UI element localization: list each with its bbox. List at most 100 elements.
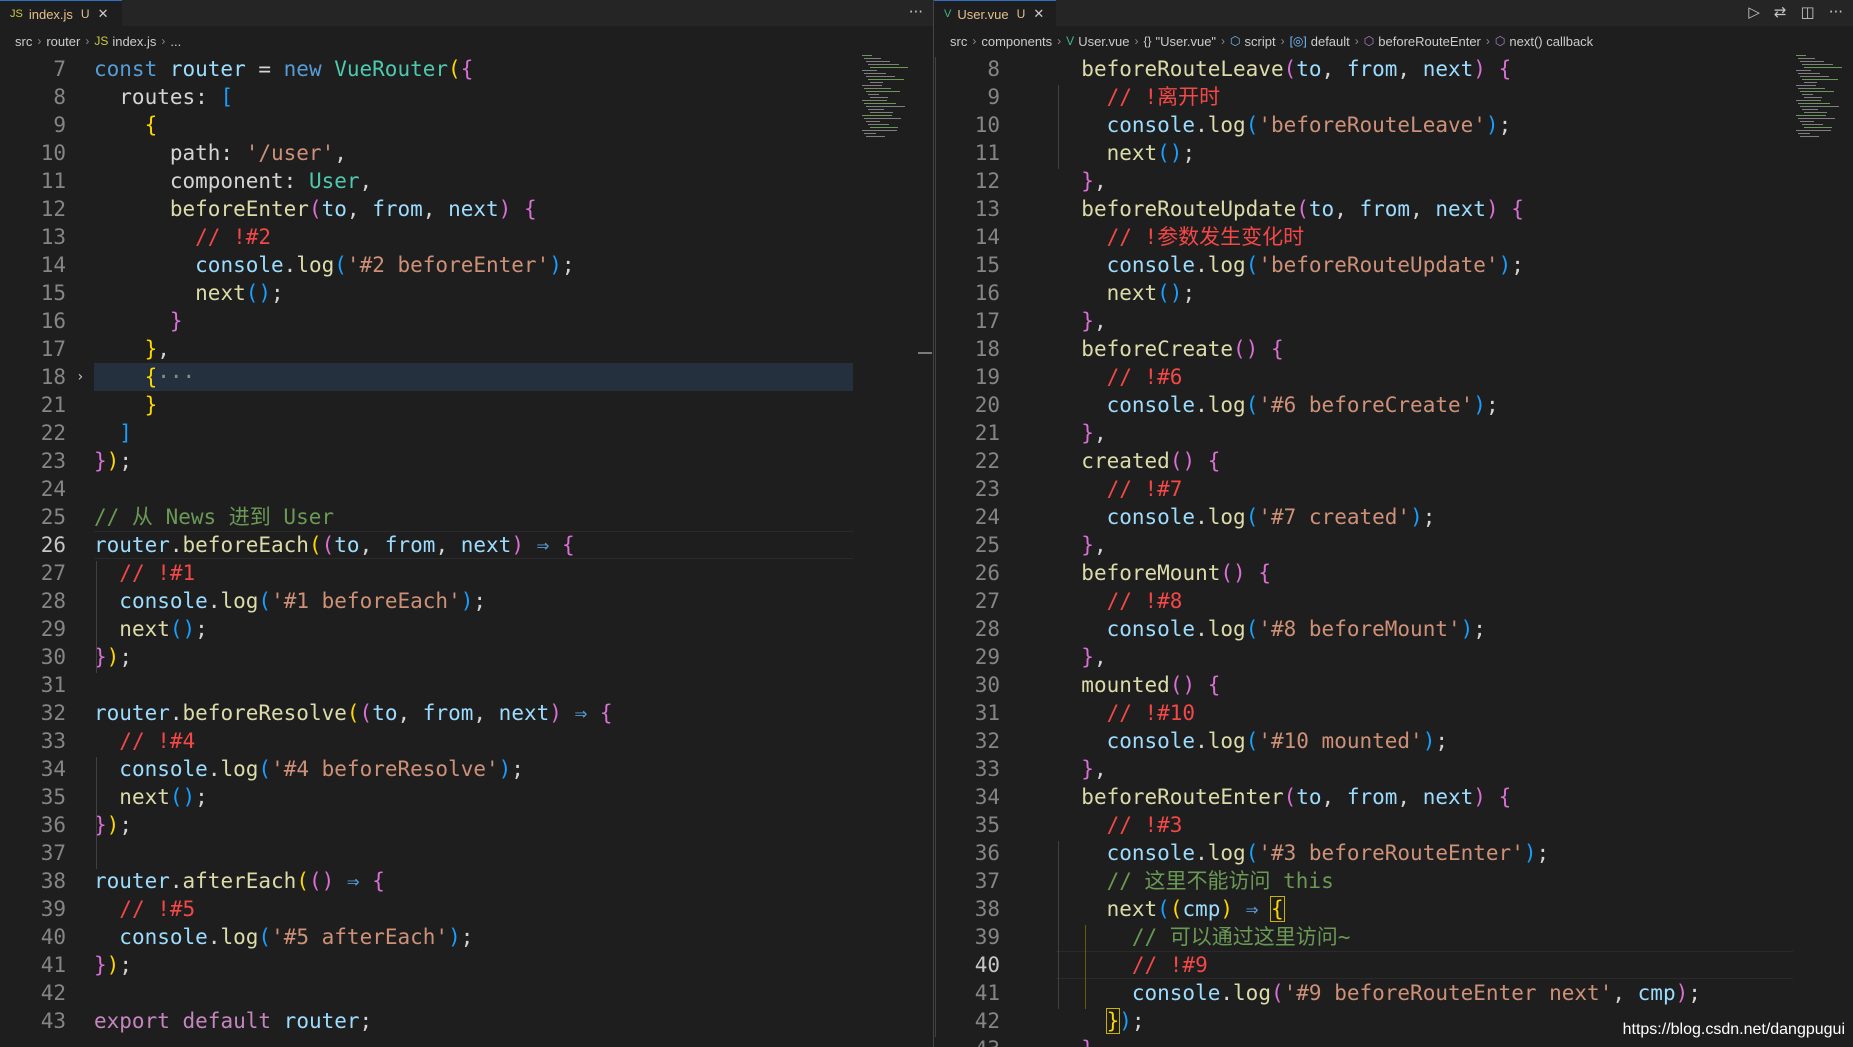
code-line[interactable]: 30 mounted() { bbox=[934, 671, 1853, 699]
minimap[interactable] bbox=[860, 55, 920, 155]
code-line[interactable]: 12 }, bbox=[934, 167, 1853, 195]
code-line[interactable]: 43 export default router; bbox=[0, 1007, 933, 1035]
code-line[interactable]: 23 // !#7 bbox=[934, 475, 1853, 503]
code-line[interactable]: 39 // !#5 bbox=[0, 895, 933, 923]
code-line[interactable]: 34 beforeRouteEnter(to, from, next) { bbox=[934, 783, 1853, 811]
code-line[interactable]: 12 beforeEnter(to, from, next) { bbox=[0, 195, 933, 223]
breadcrumb-item[interactable]: ... bbox=[170, 34, 181, 49]
code-line[interactable]: 25 }, bbox=[934, 531, 1853, 559]
code-line[interactable]: 14 // !参数发生变化时 bbox=[934, 223, 1853, 251]
code-line[interactable]: 29 }, bbox=[934, 643, 1853, 671]
breadcrumb-item[interactable]: index.js bbox=[112, 34, 156, 49]
fold-chevron-icon[interactable]: › bbox=[76, 363, 84, 391]
breadcrumb-item[interactable]: src bbox=[15, 34, 32, 49]
code-line[interactable]: 42 bbox=[0, 979, 933, 1007]
code-line[interactable]: 13 // !#2 bbox=[0, 223, 933, 251]
breadcrumb-item[interactable]: src bbox=[950, 34, 967, 49]
code-line[interactable]: 26 router.beforeEach((to, from, next) ⇒ { bbox=[0, 531, 933, 559]
symbol-variable-icon: [◎] bbox=[1289, 34, 1307, 48]
close-icon[interactable]: ✕ bbox=[1033, 6, 1044, 22]
code-line[interactable]: 15 console.log('beforeRouteUpdate'); bbox=[934, 251, 1853, 279]
code-line[interactable]: 16 } bbox=[0, 307, 933, 335]
code-line[interactable]: 8 beforeRouteLeave(to, from, next) { bbox=[934, 55, 1853, 83]
code-line[interactable]: 24 bbox=[0, 475, 933, 503]
code-line[interactable]: 10 path: '/user', bbox=[0, 139, 933, 167]
code-line[interactable]: 38 router.afterEach(() ⇒ { bbox=[0, 867, 933, 895]
code-line[interactable]: 17 }, bbox=[0, 335, 933, 363]
breadcrumb-item[interactable]: User.vue bbox=[1078, 34, 1129, 49]
code-line[interactable]: 9 // !离开时 bbox=[934, 83, 1853, 111]
code-line[interactable]: 23}); bbox=[0, 447, 933, 475]
code-line[interactable]: 37 // 这里不能访问 this bbox=[934, 867, 1853, 895]
code-line[interactable]: 25 // 从 News 进到 User bbox=[0, 503, 933, 531]
code-line[interactable]: 32 console.log('#10 mounted'); bbox=[934, 727, 1853, 755]
code-line[interactable]: 7 const router = new VueRouter({ bbox=[0, 55, 933, 83]
tab-index-js[interactable]: JS index.js U ✕ bbox=[0, 0, 122, 27]
code-line[interactable]: 29 next(); bbox=[0, 615, 933, 643]
code-line[interactable]: 36}); bbox=[0, 811, 933, 839]
code-line[interactable]: 39 // 可以通过这里访问~ bbox=[934, 923, 1853, 951]
code-line[interactable]: 40 console.log('#5 afterEach'); bbox=[0, 923, 933, 951]
code-line[interactable]: 28 console.log('#8 beforeMount'); bbox=[934, 615, 1853, 643]
code-line[interactable]: 15 next(); bbox=[0, 279, 933, 307]
code-line[interactable]: 32 router.beforeResolve((to, from, next) … bbox=[0, 699, 933, 727]
code-line[interactable]: 24 console.log('#7 created'); bbox=[934, 503, 1853, 531]
code-line[interactable]: 35 next(); bbox=[0, 783, 933, 811]
minimap-line bbox=[862, 100, 887, 101]
code-line[interactable]: 31 // !#10 bbox=[934, 699, 1853, 727]
close-icon[interactable]: ✕ bbox=[98, 6, 109, 22]
code-line[interactable]: › 18 {··· bbox=[0, 363, 933, 391]
code-line[interactable]: 41 console.log('#9 beforeRouteEnter next… bbox=[934, 979, 1853, 1007]
code-line[interactable]: 16 next(); bbox=[934, 279, 1853, 307]
tab-user-vue[interactable]: V User.vue U ✕ bbox=[934, 0, 1056, 27]
breadcrumb-item[interactable]: default bbox=[1311, 34, 1350, 49]
scrollbar-marker[interactable] bbox=[918, 352, 932, 354]
breadcrumb-item[interactable]: "User.vue" bbox=[1156, 34, 1217, 49]
minimap[interactable] bbox=[1794, 55, 1853, 155]
breadcrumb-item[interactable]: next() callback bbox=[1509, 34, 1593, 49]
more-actions-icon[interactable]: ··· bbox=[1829, 3, 1843, 21]
minimap-line bbox=[1800, 121, 1814, 122]
code-line[interactable]: 41}); bbox=[0, 951, 933, 979]
breadcrumb-item[interactable]: beforeRouteEnter bbox=[1378, 34, 1481, 49]
code-line[interactable]: 18 beforeCreate() { bbox=[934, 335, 1853, 363]
more-actions-icon[interactable]: ··· bbox=[909, 3, 923, 21]
code-line[interactable]: 40 // !#9 bbox=[934, 951, 1853, 979]
code-line[interactable]: 21 } bbox=[0, 391, 933, 419]
code-line[interactable]: 19 // !#6 bbox=[934, 363, 1853, 391]
code-line[interactable]: 9 { bbox=[0, 111, 933, 139]
code-line[interactable]: 33 // !#4 bbox=[0, 727, 933, 755]
code-line[interactable]: 11 component: User, bbox=[0, 167, 933, 195]
code-line[interactable]: 27 // !#1 bbox=[0, 559, 933, 587]
compare-changes-icon[interactable]: ⇄ bbox=[1774, 3, 1787, 21]
code-line[interactable]: 21 }, bbox=[934, 419, 1853, 447]
breadcrumb-item[interactable]: router bbox=[46, 34, 80, 49]
code-line[interactable]: 20 console.log('#6 beforeCreate'); bbox=[934, 391, 1853, 419]
code-line[interactable]: 28 console.log('#1 beforeEach'); bbox=[0, 587, 933, 615]
code-line[interactable]: 31 bbox=[0, 671, 933, 699]
code-line[interactable]: 27 // !#8 bbox=[934, 587, 1853, 615]
code-line[interactable]: 38 next((cmp) ⇒ { bbox=[934, 895, 1853, 923]
code-token: // !#3 bbox=[1106, 813, 1183, 837]
breadcrumb-item[interactable]: script bbox=[1245, 34, 1276, 49]
code-line[interactable]: 8 routes: [ bbox=[0, 83, 933, 111]
code-line[interactable]: 17 }, bbox=[934, 307, 1853, 335]
code-line[interactable]: 34 console.log('#4 beforeResolve'); bbox=[0, 755, 933, 783]
code-line[interactable]: 11 next(); bbox=[934, 139, 1853, 167]
split-editor-icon[interactable]: ◫ bbox=[1801, 3, 1815, 21]
code-line[interactable]: 22 created() { bbox=[934, 447, 1853, 475]
code-line[interactable]: 35 // !#3 bbox=[934, 811, 1853, 839]
code-line[interactable]: 37 bbox=[0, 839, 933, 867]
code-line[interactable]: 10 console.log('beforeRouteLeave'); bbox=[934, 111, 1853, 139]
code-line[interactable]: 13 beforeRouteUpdate(to, from, next) { bbox=[934, 195, 1853, 223]
code-line[interactable]: 36 console.log('#3 beforeRouteEnter'); bbox=[934, 839, 1853, 867]
code-line[interactable]: 22 ] bbox=[0, 419, 933, 447]
breadcrumb-item[interactable]: components bbox=[981, 34, 1052, 49]
code-line[interactable]: 26 beforeMount() { bbox=[934, 559, 1853, 587]
code-line[interactable]: 14 console.log('#2 beforeEnter'); bbox=[0, 251, 933, 279]
code-line[interactable]: 30}); bbox=[0, 643, 933, 671]
code-line[interactable]: 33 }, bbox=[934, 755, 1853, 783]
run-icon[interactable]: ▷ bbox=[1748, 3, 1760, 21]
code-token: } bbox=[144, 393, 158, 417]
